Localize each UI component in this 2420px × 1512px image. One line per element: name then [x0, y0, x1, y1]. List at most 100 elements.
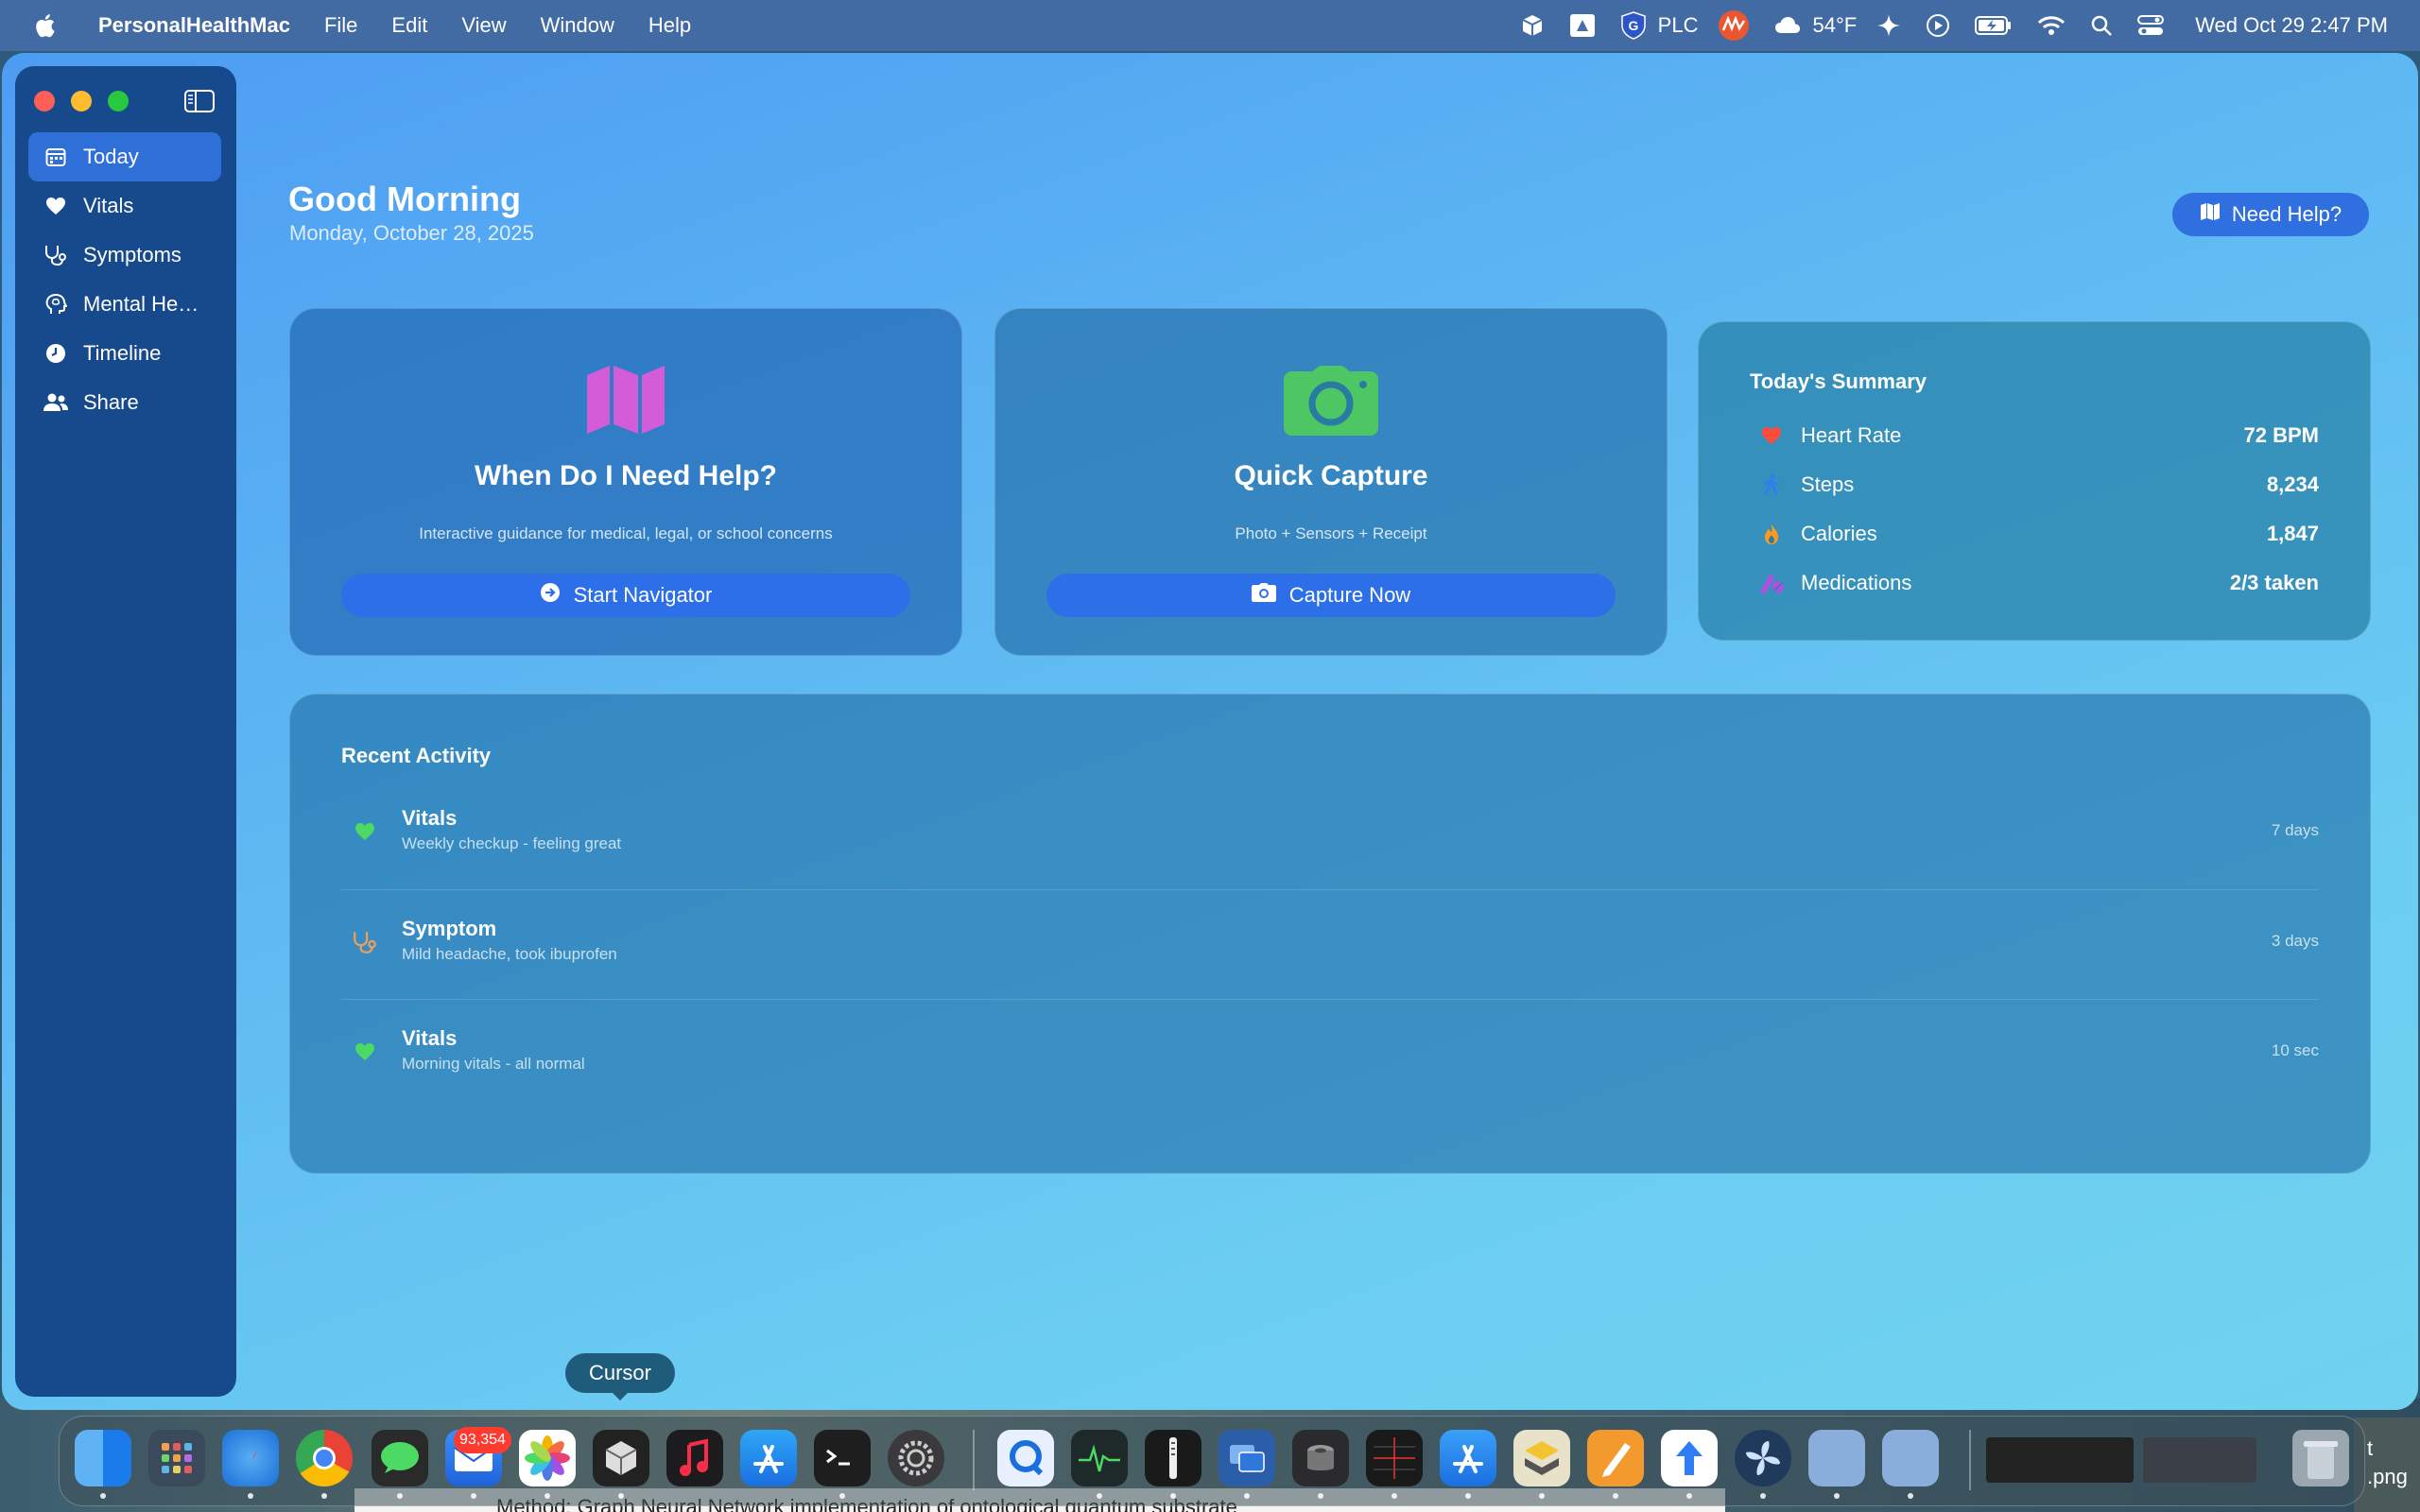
weather-temperature[interactable]: 54°F	[1805, 13, 1864, 38]
photos-icon[interactable]	[519, 1430, 576, 1486]
sidebar-item-label: Vitals	[83, 194, 134, 217]
dock-separator	[1969, 1430, 1971, 1490]
running-indicator	[1686, 1493, 1692, 1499]
menu-help[interactable]: Help	[631, 0, 708, 51]
sidebar-item-vitals[interactable]: Vitals	[28, 181, 221, 231]
page-date: Monday, October 28, 2025	[289, 221, 534, 245]
recent-activity-card: Recent Activity Vitals Weekly checkup - …	[289, 694, 2371, 1174]
menu-app-name[interactable]: PersonalHealthMac	[85, 0, 307, 51]
need-help-button[interactable]: Need Help?	[2172, 193, 2369, 236]
menu-edit[interactable]: Edit	[374, 0, 444, 51]
menu-window[interactable]: Window	[524, 0, 631, 51]
chrome-icon[interactable]	[296, 1430, 353, 1486]
dock-separator	[973, 1430, 975, 1490]
summary-title: Today's Summary	[1750, 369, 1927, 393]
spotlight-search-icon[interactable]	[2078, 0, 2125, 51]
quicktime-icon[interactable]	[997, 1430, 1054, 1486]
launchpad-icon[interactable]	[148, 1430, 205, 1486]
stacks-icon[interactable]	[1513, 1430, 1570, 1486]
cloud-icon[interactable]	[1762, 0, 1805, 51]
running-indicator	[471, 1493, 476, 1499]
dock	[59, 1416, 2365, 1506]
archive-utility-icon[interactable]	[1145, 1430, 1201, 1486]
activity-monitor-icon[interactable]	[1071, 1430, 1128, 1486]
todays-summary-card: Today's Summary Heart Rate 72 BPM Steps …	[1698, 321, 2371, 641]
calendar-icon	[42, 143, 70, 171]
activity-title: Vitals	[402, 806, 458, 830]
background-file-text-2: .png	[2367, 1465, 2408, 1488]
drive-icon[interactable]	[1557, 0, 1608, 51]
running-indicator	[1834, 1493, 1840, 1499]
brain-head-icon	[42, 290, 70, 318]
heart-icon	[1757, 426, 1786, 445]
sidebar-item-label: Timeline	[83, 341, 162, 365]
system-settings-icon[interactable]	[888, 1430, 944, 1486]
safari-icon[interactable]	[222, 1430, 279, 1486]
menu-file[interactable]: File	[307, 0, 374, 51]
summary-value: 72 BPM	[2243, 423, 2319, 447]
menu-clock[interactable]: Wed Oct 29 2:47 PM	[2176, 13, 2420, 38]
list-item[interactable]: Vitals Morning vitals - all normal 10 se…	[341, 1000, 2319, 1109]
control-center-icon[interactable]	[2125, 0, 2176, 51]
help-card-subtitle: Interactive guidance for medical, legal,…	[419, 524, 833, 542]
shield-plc-icon[interactable]: G	[1608, 0, 1651, 51]
stethoscope-icon	[42, 241, 70, 269]
minimized-window-2-icon[interactable]	[1882, 1430, 1939, 1486]
minimize-window-button[interactable]	[71, 91, 92, 112]
menu-bar: PersonalHealthMac File Edit View Window …	[0, 0, 2420, 51]
disk-utility-icon[interactable]	[1292, 1430, 1349, 1486]
wifi-icon[interactable]	[2025, 0, 2078, 51]
activity-monitor-status-icon[interactable]	[1705, 0, 1762, 51]
plc-label[interactable]: PLC	[1651, 13, 1706, 38]
battery-icon[interactable]	[1962, 0, 2025, 51]
running-indicator	[618, 1493, 624, 1499]
sidebar-item-share[interactable]: Share	[28, 378, 221, 427]
need-help-label: Need Help?	[2231, 202, 2342, 226]
sidebar-item-mental-health[interactable]: Mental Health	[28, 280, 221, 329]
terminal-icon[interactable]	[814, 1430, 871, 1486]
sidebar-item-today[interactable]: Today	[28, 132, 221, 181]
menu-view[interactable]: View	[444, 0, 523, 51]
xcode-instruments-icon[interactable]	[1440, 1430, 1496, 1486]
apple-menu-icon[interactable]	[32, 11, 57, 40]
dock-tooltip-pointer	[611, 1391, 630, 1400]
pages-icon[interactable]	[1587, 1430, 1644, 1486]
list-item[interactable]: Symptom Mild headache, took ibuprofen 3 …	[341, 890, 2319, 1000]
fan-utility-icon[interactable]	[1735, 1430, 1791, 1486]
pills-icon	[1757, 573, 1786, 593]
sidebar-item-timeline[interactable]: Timeline	[28, 329, 221, 378]
sidebar-item-label: Symptoms	[83, 243, 182, 266]
zoom-window-button[interactable]	[108, 91, 129, 112]
summary-row-steps: Steps 8,234	[1750, 460, 2319, 509]
minimized-terminal-windows-icon[interactable]	[1986, 1437, 2134, 1483]
activity-title: Symptom	[402, 917, 497, 940]
grapher-icon[interactable]	[1366, 1430, 1423, 1486]
list-item[interactable]: Vitals Weekly checkup - feeling great 7 …	[341, 780, 2319, 889]
box-icon[interactable]	[1508, 0, 1557, 51]
start-navigator-button[interactable]: Start Navigator	[341, 574, 910, 617]
finder-icon[interactable]	[75, 1430, 131, 1486]
cursor-app-icon[interactable]	[593, 1430, 649, 1486]
play-circle-icon[interactable]	[1913, 0, 1962, 51]
sidebar-item-symptoms[interactable]: Symptoms	[28, 231, 221, 280]
downloads-stack-icon[interactable]	[2143, 1437, 2256, 1483]
sidebar-toggle-icon[interactable]	[184, 90, 215, 112]
running-indicator	[397, 1493, 403, 1499]
map-icon	[585, 364, 666, 440]
summary-value: 1,847	[2266, 522, 2319, 545]
music-icon[interactable]	[666, 1430, 723, 1486]
running-indicator	[1613, 1493, 1618, 1499]
capture-now-button[interactable]: Capture Now	[1046, 574, 1616, 617]
transmit-upload-icon[interactable]	[1661, 1430, 1718, 1486]
messages-icon[interactable]	[372, 1430, 428, 1486]
minimized-window-1-icon[interactable]	[1808, 1430, 1865, 1486]
trash-icon[interactable]	[2292, 1430, 2349, 1486]
recent-activity-title: Recent Activity	[341, 744, 492, 767]
windows-app-icon[interactable]	[1219, 1430, 1275, 1486]
app-store-icon[interactable]	[740, 1430, 797, 1486]
sparkle-icon[interactable]	[1864, 0, 1913, 51]
sidebar-item-label: Share	[83, 390, 139, 414]
sidebar-item-label: Mental Health	[83, 292, 206, 316]
running-indicator	[1244, 1493, 1250, 1499]
close-window-button[interactable]	[34, 91, 55, 112]
